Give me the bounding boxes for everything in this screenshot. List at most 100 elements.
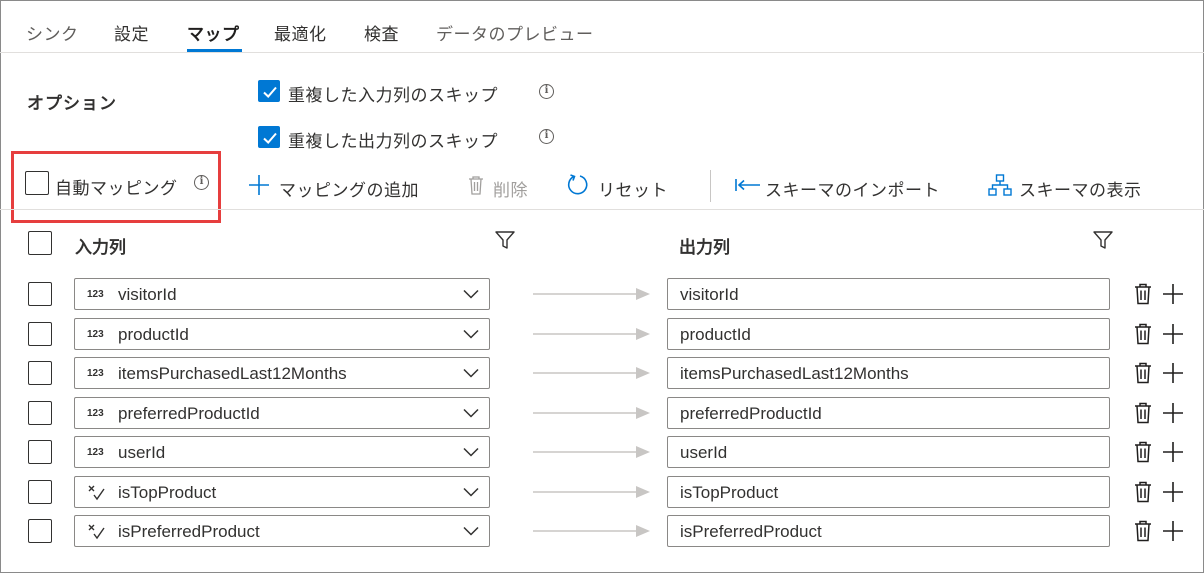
integer-type-icon: 123 — [87, 329, 104, 340]
delete-icon — [469, 176, 483, 195]
input-column-value: visitorId — [118, 285, 177, 304]
add-row-icon[interactable] — [1162, 283, 1184, 305]
skip-duplicate-input-label: 重複した入力列のスキップ — [288, 86, 498, 105]
add-icon[interactable] — [248, 174, 270, 196]
chevron-down-icon — [463, 289, 479, 299]
input-column-dropdown[interactable]: 123 itemsPurchasedLast12Months — [74, 357, 490, 389]
trash-icon[interactable] — [1133, 481, 1153, 503]
row-checkbox[interactable] — [28, 401, 52, 425]
mapping-arrow-icon — [533, 328, 650, 340]
output-column-field[interactable]: userId — [667, 436, 1110, 468]
output-column-value: preferredProductId — [680, 404, 822, 423]
delete-button[interactable]: 削除 — [493, 176, 528, 201]
output-column-field[interactable]: preferredProductId — [667, 397, 1110, 429]
skip-duplicate-output-checkbox[interactable] — [258, 126, 280, 148]
options-title: オプション — [27, 94, 117, 113]
row-checkbox[interactable] — [28, 440, 52, 464]
tab-data-preview[interactable]: データのプレビュー — [436, 20, 594, 45]
skip-duplicate-output-label: 重複した出力列のスキップ — [288, 132, 498, 151]
add-row-icon[interactable] — [1162, 441, 1184, 463]
output-column-value: isTopProduct — [680, 483, 779, 502]
show-schema-button[interactable]: スキーマの表示 — [1019, 176, 1142, 201]
chevron-down-icon — [463, 447, 479, 457]
add-mapping-button[interactable]: マッピングの追加 — [279, 176, 419, 201]
toolbar-divider — [0, 209, 1204, 210]
input-column-dropdown[interactable]: 123 preferredProductId — [74, 397, 490, 429]
input-column-header: 入力列 — [75, 238, 126, 257]
trash-icon[interactable] — [1133, 520, 1153, 542]
tab-inspect[interactable]: 検査 — [364, 20, 399, 45]
add-row-icon[interactable] — [1162, 402, 1184, 424]
import-schema-icon[interactable] — [735, 178, 761, 192]
row-checkbox[interactable] — [28, 519, 52, 543]
input-column-value: isTopProduct — [118, 483, 217, 502]
mapping-arrow-icon — [533, 446, 650, 458]
input-column-dropdown[interactable]: 123 productId — [74, 318, 490, 350]
checkmark-icon — [263, 86, 277, 98]
tab-mapping[interactable]: マップ — [187, 20, 240, 45]
boolean-type-icon — [88, 485, 105, 501]
reset-button[interactable]: リセット — [598, 176, 668, 201]
integer-type-icon: 123 — [87, 368, 104, 379]
output-column-value: itemsPurchasedLast12Months — [680, 364, 909, 383]
input-column-value: productId — [118, 325, 189, 344]
trash-icon[interactable] — [1133, 402, 1153, 424]
integer-type-icon: 123 — [87, 408, 104, 419]
output-column-value: visitorId — [680, 285, 739, 304]
output-column-header: 出力列 — [679, 238, 730, 257]
info-icon[interactable]: i — [539, 129, 554, 144]
add-row-icon[interactable] — [1162, 323, 1184, 345]
add-row-icon[interactable] — [1162, 362, 1184, 384]
input-column-dropdown[interactable]: 123 userId — [74, 436, 490, 468]
trash-icon[interactable] — [1133, 441, 1153, 463]
input-column-value: itemsPurchasedLast12Months — [118, 364, 347, 383]
add-row-icon[interactable] — [1162, 520, 1184, 542]
input-column-value: isPreferredProduct — [118, 522, 260, 541]
import-schema-button[interactable]: スキーマのインポート — [765, 176, 940, 201]
tab-sink[interactable]: シンク — [26, 20, 79, 45]
output-column-value: productId — [680, 325, 751, 344]
input-column-dropdown[interactable]: 123 visitorId — [74, 278, 490, 310]
output-column-field[interactable]: isPreferredProduct — [667, 515, 1110, 547]
skip-duplicate-input-checkbox[interactable] — [258, 80, 280, 102]
input-column-value: preferredProductId — [118, 404, 260, 423]
mapping-arrow-icon — [533, 525, 650, 537]
select-all-checkbox[interactable] — [28, 231, 52, 255]
mapping-arrow-icon — [533, 367, 650, 379]
row-checkbox[interactable] — [28, 322, 52, 346]
input-column-dropdown[interactable]: isPreferredProduct — [74, 515, 490, 547]
output-column-field[interactable]: itemsPurchasedLast12Months — [667, 357, 1110, 389]
toolbar-separator — [710, 170, 711, 202]
input-column-dropdown[interactable]: isTopProduct — [74, 476, 490, 508]
add-row-icon[interactable] — [1162, 481, 1184, 503]
input-column-value: userId — [118, 443, 166, 462]
checkmark-icon — [263, 132, 277, 144]
trash-icon[interactable] — [1133, 362, 1153, 384]
tab-settings[interactable]: 設定 — [114, 20, 149, 45]
info-icon[interactable]: i — [194, 175, 209, 190]
mapping-arrow-icon — [533, 407, 650, 419]
row-checkbox[interactable] — [28, 282, 52, 306]
chevron-down-icon — [463, 487, 479, 497]
schema-tree-icon[interactable] — [988, 174, 1012, 196]
output-column-field[interactable]: isTopProduct — [667, 476, 1110, 508]
row-checkbox[interactable] — [28, 480, 52, 504]
output-column-field[interactable]: productId — [667, 318, 1110, 350]
boolean-type-icon — [88, 524, 105, 540]
filter-icon[interactable] — [1093, 231, 1113, 249]
tab-bar: シンク 設定 マップ 最適化 検査 データのプレビュー — [0, 0, 1204, 53]
auto-mapping-checkbox[interactable] — [25, 171, 49, 195]
auto-mapping-label: 自動マッピング — [55, 179, 178, 198]
tab-optimize[interactable]: 最適化 — [274, 20, 327, 45]
chevron-down-icon — [463, 526, 479, 536]
active-tab-indicator — [187, 49, 242, 52]
chevron-down-icon — [463, 329, 479, 339]
integer-type-icon: 123 — [87, 289, 104, 300]
trash-icon[interactable] — [1133, 323, 1153, 345]
reset-icon[interactable] — [566, 173, 590, 197]
row-checkbox[interactable] — [28, 361, 52, 385]
filter-icon[interactable] — [495, 231, 515, 249]
trash-icon[interactable] — [1133, 283, 1153, 305]
output-column-field[interactable]: visitorId — [667, 278, 1110, 310]
info-icon[interactable]: i — [539, 84, 554, 99]
